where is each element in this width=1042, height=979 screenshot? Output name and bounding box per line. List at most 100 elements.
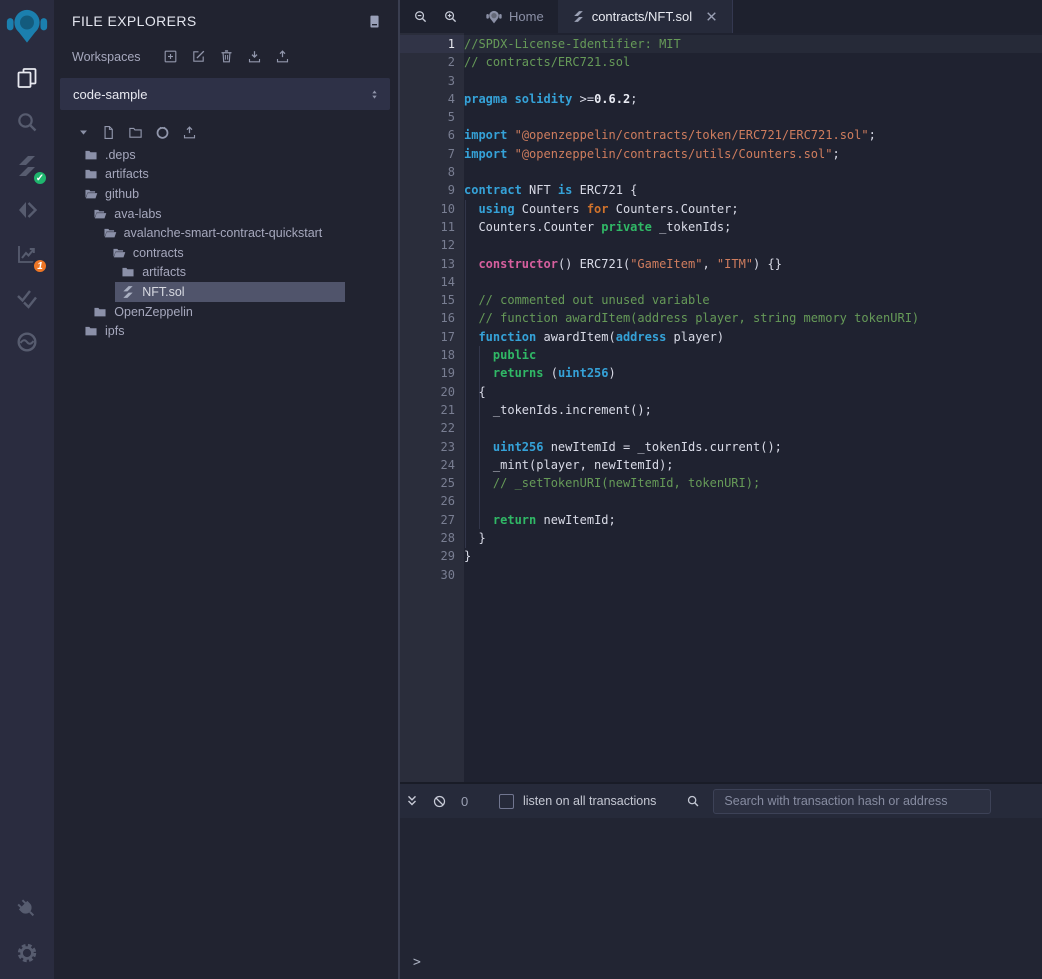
code-line[interactable]: 2// contracts/ERC721.sol (400, 53, 1042, 71)
line-number[interactable]: 22 (400, 419, 464, 437)
code-line[interactable]: 24 _mint(player, newItemId); (400, 456, 1042, 474)
line-number[interactable]: 10 (400, 200, 464, 218)
line-number[interactable]: 9 (400, 181, 464, 199)
code-line[interactable]: 14 (400, 273, 1042, 291)
line-number[interactable]: 4 (400, 90, 464, 108)
line-number[interactable]: 14 (400, 273, 464, 291)
solidity-compiler-button[interactable]: ✓ (0, 144, 54, 188)
code-line[interactable]: 16 // function awardItem(address player,… (400, 309, 1042, 327)
code-line[interactable]: 12 (400, 236, 1042, 254)
line-number[interactable]: 6 (400, 126, 464, 144)
solidity-unit-testing-button[interactable] (0, 276, 54, 320)
collapse-tree-icon[interactable] (78, 127, 89, 138)
code-line[interactable]: 8 (400, 163, 1042, 181)
download-workspace-icon[interactable] (247, 49, 262, 64)
documentation-book-icon[interactable] (367, 14, 382, 29)
tree-item-github[interactable]: github (54, 184, 398, 204)
code-line[interactable]: 6import "@openzeppelin/contracts/token/E… (400, 126, 1042, 144)
line-number[interactable]: 23 (400, 438, 464, 456)
line-number[interactable]: 1 (400, 35, 464, 53)
code-line[interactable]: 10 using Counters for Counters.Counter; (400, 200, 1042, 218)
code-line[interactable]: 9contract NFT is ERC721 { (400, 181, 1042, 199)
tree-item-contracts[interactable]: contracts (54, 243, 398, 263)
code-line[interactable]: 1//SPDX-License-Identifier: MIT (400, 35, 1042, 53)
line-number[interactable]: 17 (400, 328, 464, 346)
tree-item-openzeppelin[interactable]: OpenZeppelin (54, 302, 398, 322)
search-in-files-button[interactable] (0, 100, 54, 144)
code-line[interactable]: 17 function awardItem(address player) (400, 328, 1042, 346)
tree-item-ipfs[interactable]: ipfs (54, 321, 398, 341)
terminal-output[interactable]: > (400, 818, 1042, 979)
line-number[interactable]: 18 (400, 346, 464, 364)
close-tab-icon[interactable] (705, 10, 718, 23)
line-number[interactable]: 16 (400, 309, 464, 327)
line-number[interactable]: 24 (400, 456, 464, 474)
create-workspace-icon[interactable] (163, 49, 178, 64)
file-explorer-button[interactable] (0, 56, 54, 100)
workspace-select[interactable]: code-sample (60, 78, 390, 110)
code-line[interactable]: 28 } (400, 529, 1042, 547)
code-editor[interactable]: 1//SPDX-License-Identifier: MIT2// contr… (400, 33, 1042, 782)
code-line[interactable]: 21 _tokenIds.increment(); (400, 401, 1042, 419)
tab-nft-sol[interactable]: contracts/NFT.sol (558, 0, 733, 33)
tree-item-artifacts[interactable]: artifacts (54, 165, 398, 185)
code-line[interactable]: 23 uint256 newItemId = _tokenIds.current… (400, 438, 1042, 456)
code-line[interactable]: 5 (400, 108, 1042, 126)
zoom-in-icon[interactable] (443, 9, 458, 24)
code-line[interactable]: 15 // commented out unused variable (400, 291, 1042, 309)
code-line[interactable]: 29} (400, 547, 1042, 565)
code-line[interactable]: 3 (400, 72, 1042, 90)
line-number[interactable]: 12 (400, 236, 464, 254)
code-line[interactable]: 25 // _setTokenURI(newItemId, tokenURI); (400, 474, 1042, 492)
code-line[interactable]: 26 (400, 492, 1042, 510)
collapse-terminal-icon[interactable] (405, 794, 419, 808)
solidity-static-analysis-button[interactable]: 1 (0, 232, 54, 276)
line-number[interactable]: 7 (400, 145, 464, 163)
listen-transactions-checkbox[interactable] (499, 794, 514, 809)
line-number[interactable]: 3 (400, 72, 464, 90)
code-line[interactable]: 22 (400, 419, 1042, 437)
line-number[interactable]: 21 (400, 401, 464, 419)
tree-item-nft.sol[interactable]: NFT.sol (54, 282, 398, 302)
code-line[interactable]: 11 Counters.Counter private _tokenIds; (400, 218, 1042, 236)
new-folder-icon[interactable] (128, 125, 143, 140)
line-number[interactable]: 5 (400, 108, 464, 126)
code-line[interactable]: 27 return newItemId; (400, 511, 1042, 529)
code-line[interactable]: 7import "@openzeppelin/contracts/utils/C… (400, 145, 1042, 163)
code-line[interactable]: 30 (400, 566, 1042, 584)
line-number[interactable]: 30 (400, 566, 464, 584)
line-number[interactable]: 8 (400, 163, 464, 181)
tree-item-ava-labs[interactable]: ava-labs (54, 204, 398, 224)
deploy-and-run-button[interactable] (0, 188, 54, 232)
upload-file-icon[interactable] (182, 125, 197, 140)
line-number[interactable]: 19 (400, 364, 464, 382)
clear-console-icon[interactable] (432, 794, 447, 809)
line-number[interactable]: 2 (400, 53, 464, 71)
rename-workspace-icon[interactable] (191, 49, 206, 64)
line-number[interactable]: 11 (400, 218, 464, 236)
terminal-search-input[interactable] (713, 789, 991, 814)
remix-logo-icon[interactable] (6, 2, 48, 50)
code-line[interactable]: 18 public (400, 346, 1042, 364)
line-number[interactable]: 26 (400, 492, 464, 510)
sourcify-button[interactable] (0, 320, 54, 364)
publish-to-gist-icon[interactable] (155, 125, 170, 140)
tree-item-avalanche-smart-contract-quickstart[interactable]: avalanche-smart-contract-quickstart (54, 223, 398, 243)
line-number[interactable]: 25 (400, 474, 464, 492)
code-line[interactable]: 20 { (400, 383, 1042, 401)
line-number[interactable]: 27 (400, 511, 464, 529)
tab-home[interactable]: Home (472, 0, 558, 33)
line-number[interactable]: 15 (400, 291, 464, 309)
line-number[interactable]: 13 (400, 255, 464, 273)
plugin-manager-button[interactable] (0, 887, 54, 931)
tree-item-artifacts[interactable]: artifacts (54, 263, 398, 283)
delete-workspace-icon[interactable] (219, 49, 234, 64)
settings-button[interactable] (0, 931, 54, 975)
line-number[interactable]: 28 (400, 529, 464, 547)
zoom-out-icon[interactable] (413, 9, 428, 24)
code-line[interactable]: 4pragma solidity >=0.6.2; (400, 90, 1042, 108)
code-line[interactable]: 19 returns (uint256) (400, 364, 1042, 382)
upload-workspace-icon[interactable] (275, 49, 290, 64)
line-number[interactable]: 20 (400, 383, 464, 401)
line-number[interactable]: 29 (400, 547, 464, 565)
